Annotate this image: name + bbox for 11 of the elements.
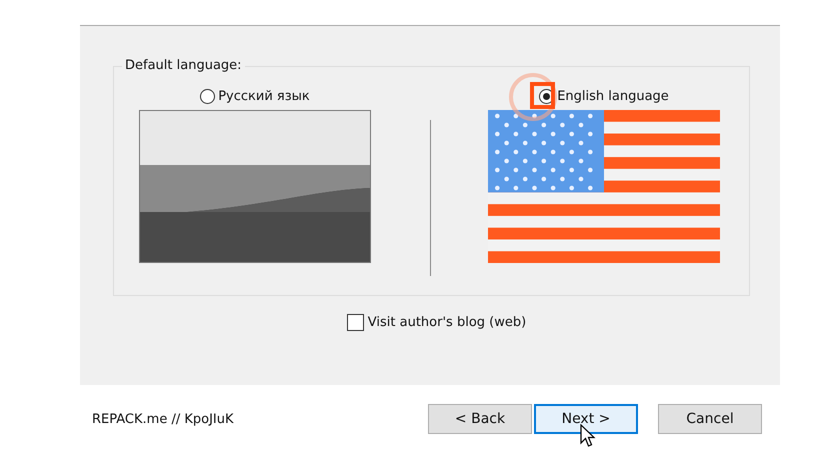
blog-checkbox[interactable]: Visit author's blog (web) bbox=[346, 314, 526, 331]
radio-option[interactable]: English language bbox=[539, 89, 669, 104]
group-label: Default language: bbox=[122, 58, 245, 73]
wizard-button[interactable]: Cancel bbox=[658, 404, 762, 434]
wizard-button[interactable]: < Back bbox=[428, 404, 532, 434]
checkbox-icon[interactable] bbox=[346, 314, 364, 331]
radio-option[interactable]: Русский язык bbox=[200, 89, 310, 104]
wizard-button[interactable]: Next > bbox=[534, 404, 638, 434]
radio-icon[interactable] bbox=[200, 89, 216, 104]
credit-text: REPACK.me // KpoJIuK bbox=[92, 412, 234, 426]
flag-image[interactable] bbox=[139, 110, 371, 263]
